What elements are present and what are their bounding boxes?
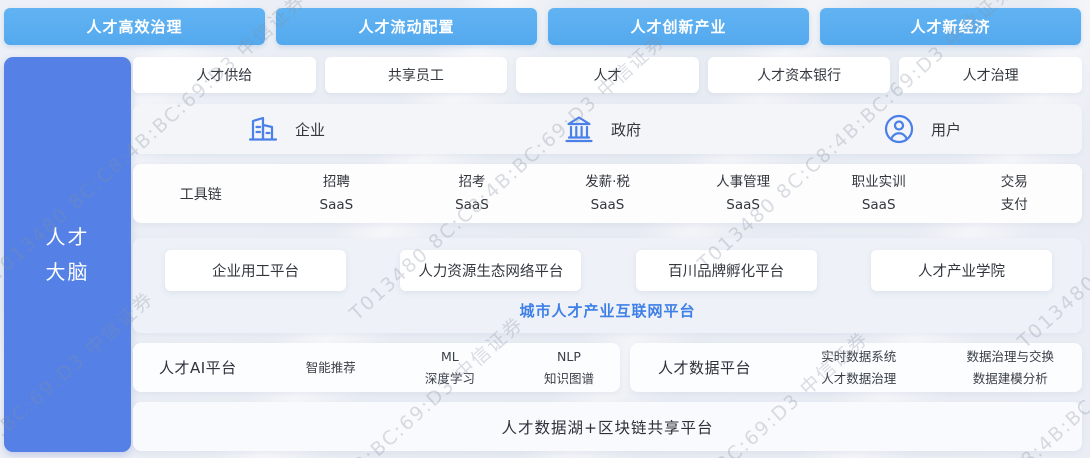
platform-boxes: 企业用工平台 人力资源生态网络平台 百川品牌孵化平台 人才产业学院	[165, 250, 1052, 291]
top-category-governance: 人才高效治理	[4, 8, 265, 45]
top-category-new-economy: 人才新经济	[820, 8, 1081, 45]
talent-data-platform-title: 人才数据平台	[658, 357, 751, 378]
platform-hr-eco-network: 人力资源生态网络平台	[400, 250, 581, 291]
ai-data-row: 人才AI平台 智能推荐 ML 深度学习 NLP 知识图谱 人才数据平台 实时数据…	[133, 343, 1082, 392]
toolchain-item-trade-payment: 交易支付	[946, 164, 1082, 223]
platform-baichuan-brand-incubation: 百川品牌孵化平台	[636, 250, 817, 291]
supply-row: 人才供给 共享员工 人才 人才资本银行 人才治理	[133, 57, 1082, 93]
supply-box-talent: 人才	[516, 57, 699, 93]
sidebar-title: 人才 大脑	[46, 220, 90, 290]
bank-icon	[561, 111, 597, 147]
actor-enterprise: 企业	[245, 104, 325, 154]
platforms-row: 企业用工平台 人力资源生态网络平台 百川品牌孵化平台 人才产业学院 城市人才产业…	[133, 238, 1082, 333]
top-category-row: 人才高效治理 人才流动配置 人才创新产业 人才新经济	[4, 8, 1081, 45]
sidebar-talent-brain: 人才 大脑	[4, 57, 131, 452]
actor-government: 政府	[561, 104, 641, 154]
data-lake-blockchain-label: 人才数据湖+区块链共享平台	[502, 416, 714, 438]
talent-brain-architecture-diagram: 人才高效治理 人才流动配置 人才创新产业 人才新经济 人才 大脑 人才供给 共享…	[0, 0, 1090, 458]
toolchain-item-recruiting: 招聘SaaS	[269, 164, 405, 223]
supply-box-talent-supply: 人才供给	[133, 57, 316, 93]
platform-enterprise-employment: 企业用工平台	[165, 250, 346, 291]
talent-ai-platform-panel: 人才AI平台 智能推荐 ML 深度学习 NLP 知识图谱	[133, 343, 620, 392]
building-icon	[245, 111, 281, 147]
data-item-realtime-governance: 实时数据系统 人才数据治理	[821, 346, 896, 389]
sidebar-title-line1: 人才	[46, 220, 90, 255]
toolchain-row: 工具链 招聘SaaS 招考SaaS 发薪·税SaaS 人事管理SaaS 职业实训…	[133, 164, 1082, 223]
toolchain-item-hr-management: 人事管理SaaS	[675, 164, 811, 223]
top-category-mobility: 人才流动配置	[276, 8, 537, 45]
data-lake-blockchain-bar: 人才数据湖+区块链共享平台	[133, 402, 1082, 451]
supply-box-shared-staff: 共享员工	[325, 57, 508, 93]
ai-item-ml-deep-learning: ML 深度学习	[425, 346, 475, 389]
actor-user-label: 用户	[931, 119, 961, 140]
actor-user: 用户	[881, 104, 961, 154]
actor-enterprise-label: 企业	[295, 119, 325, 140]
ai-item-nlp-knowledge-graph: NLP 知识图谱	[544, 346, 594, 389]
toolchain-title: 工具链	[133, 164, 269, 223]
toolchain-item-vocational-training: 职业实训SaaS	[811, 164, 947, 223]
platform-talent-industry-academy: 人才产业学院	[871, 250, 1052, 291]
actor-government-label: 政府	[611, 119, 641, 140]
toolchain-item-payroll-tax: 发薪·税SaaS	[540, 164, 676, 223]
supply-box-talent-governance: 人才治理	[899, 57, 1082, 93]
sidebar-title-line2: 大脑	[46, 255, 90, 290]
ai-item-smart-recommendation: 智能推荐	[306, 357, 356, 378]
actors-row: 企业 政府	[133, 104, 1082, 154]
data-item-exchange-modeling: 数据治理与交换 数据建模分析	[966, 346, 1054, 389]
city-talent-internet-platform-caption: 城市人才产业互联网平台	[133, 300, 1082, 321]
supply-box-capital-bank: 人才资本银行	[708, 57, 891, 93]
talent-data-platform-panel: 人才数据平台 实时数据系统 人才数据治理 数据治理与交换 数据建模分析	[630, 343, 1082, 392]
user-icon	[881, 111, 917, 147]
talent-ai-platform-title: 人才AI平台	[159, 357, 237, 378]
toolchain-item-exam: 招考SaaS	[404, 164, 540, 223]
top-category-innovation: 人才创新产业	[548, 8, 809, 45]
